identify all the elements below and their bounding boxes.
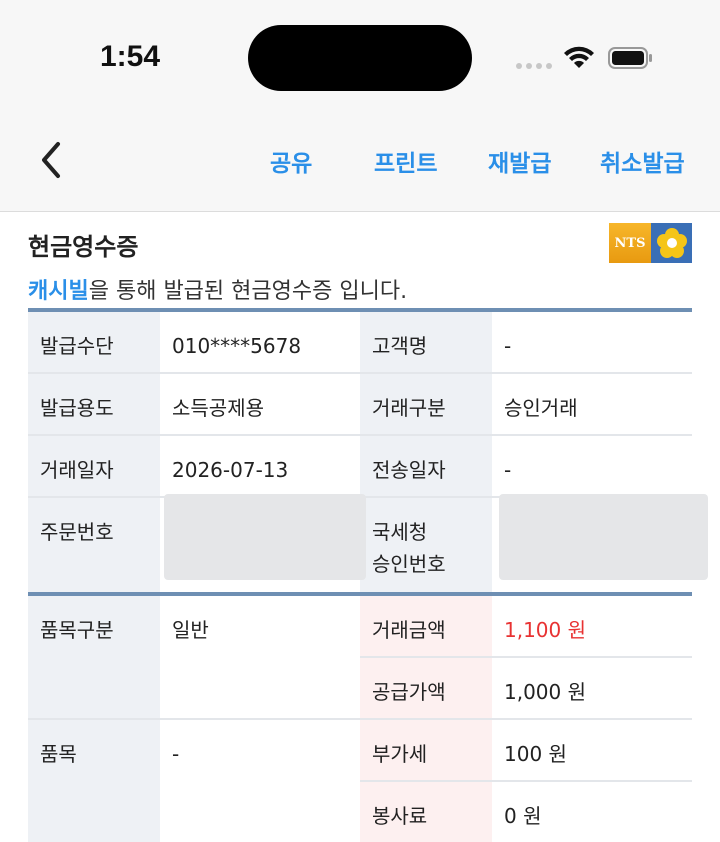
service-fee-value: 0 원 xyxy=(504,804,542,828)
nts-emblem-icon xyxy=(651,223,692,263)
brand-link[interactable]: 캐시빌 xyxy=(28,279,89,304)
dynamic-island xyxy=(248,25,472,91)
nts-logo-text: NTS xyxy=(609,223,651,263)
status-time: 1:54 xyxy=(100,40,161,73)
send-date-value: - xyxy=(504,458,512,482)
table-row: 발급수단 010****5678 고객명 - xyxy=(28,312,692,374)
reissue-button[interactable]: 재발급 xyxy=(488,144,551,178)
table-row: 거래일자 2026-07-13 전송일자 - xyxy=(28,436,692,498)
cancel-issue-button[interactable]: 취소발급 xyxy=(600,144,685,178)
nts-approval-label: 국세청 승인번호 xyxy=(360,498,492,592)
trade-amount-label: 거래금액 xyxy=(360,596,492,658)
order-number-label: 주문번호 xyxy=(28,498,160,592)
receipt-subtitle: 캐시빌을 통해 발급된 현금영수증 입니다. xyxy=(28,273,407,305)
trade-type-label: 거래구분 xyxy=(360,374,492,434)
vat-label: 부가세 xyxy=(360,720,492,782)
nts-approval-label-line1: 국세청 xyxy=(372,520,428,544)
issue-method-label: 발급수단 xyxy=(28,312,160,372)
item-value: - xyxy=(172,742,180,766)
back-chevron-icon[interactable] xyxy=(34,140,68,180)
order-number-redacted xyxy=(164,494,366,580)
trade-date-label: 거래일자 xyxy=(28,436,160,496)
item-type-value: 일반 xyxy=(160,596,360,720)
status-bar: 1:54 xyxy=(0,0,720,110)
wifi-icon xyxy=(564,46,594,68)
supply-value-value: 1,000 원 xyxy=(504,680,587,704)
trade-amount-value: 1,100 원 xyxy=(492,596,692,658)
vat-value: 100 원 xyxy=(492,720,692,782)
nts-approval-label-line2: 승인번호 xyxy=(372,552,446,576)
table-row: 공급가액 1,000 원 xyxy=(360,658,692,720)
send-date-label: 전송일자 xyxy=(360,436,492,496)
customer-name-label: 고객명 xyxy=(360,312,492,372)
table-row: 봉사료 0 원 xyxy=(360,782,692,842)
table-row: 품목 - 부가세 100 원 xyxy=(28,720,692,842)
navigation-bar: 공유 프린트 재발급 취소발급 xyxy=(0,110,720,212)
supply-value-label: 공급가액 xyxy=(360,658,492,718)
item-label: 품목 xyxy=(28,720,160,842)
table-row: 발급용도 소득공제용 거래구분 승인거래 xyxy=(28,374,692,436)
customer-name-value: - xyxy=(504,334,512,358)
issue-purpose-value: 소득공제용 xyxy=(172,396,264,420)
table-row: 품목구분 일반 거래금액 1,100 원 xyxy=(28,596,692,720)
nts-approval-redacted xyxy=(499,494,708,580)
trade-date-value: 2026-07-13 xyxy=(172,458,289,482)
share-button[interactable]: 공유 xyxy=(270,144,312,178)
cellular-signal-icon xyxy=(516,63,552,69)
trade-type-value: 승인거래 xyxy=(504,396,578,420)
item-type-label: 품목구분 xyxy=(28,596,160,720)
service-fee-label: 봉사료 xyxy=(360,782,492,842)
nts-logo: NTS xyxy=(609,223,692,263)
print-button[interactable]: 프린트 xyxy=(374,144,437,178)
issue-purpose-label: 발급용도 xyxy=(28,374,160,434)
issue-method-value: 010****5678 xyxy=(172,334,302,358)
battery-icon xyxy=(608,47,652,69)
receipt-title: 현금영수증 xyxy=(28,233,139,261)
subtitle-text: 을 통해 발급된 현금영수증 입니다. xyxy=(88,279,408,304)
receipt-content: 현금영수증 NTS 캐시빌을 통해 발급된 현금영수증 입니다. 발급수단 01… xyxy=(0,213,720,842)
